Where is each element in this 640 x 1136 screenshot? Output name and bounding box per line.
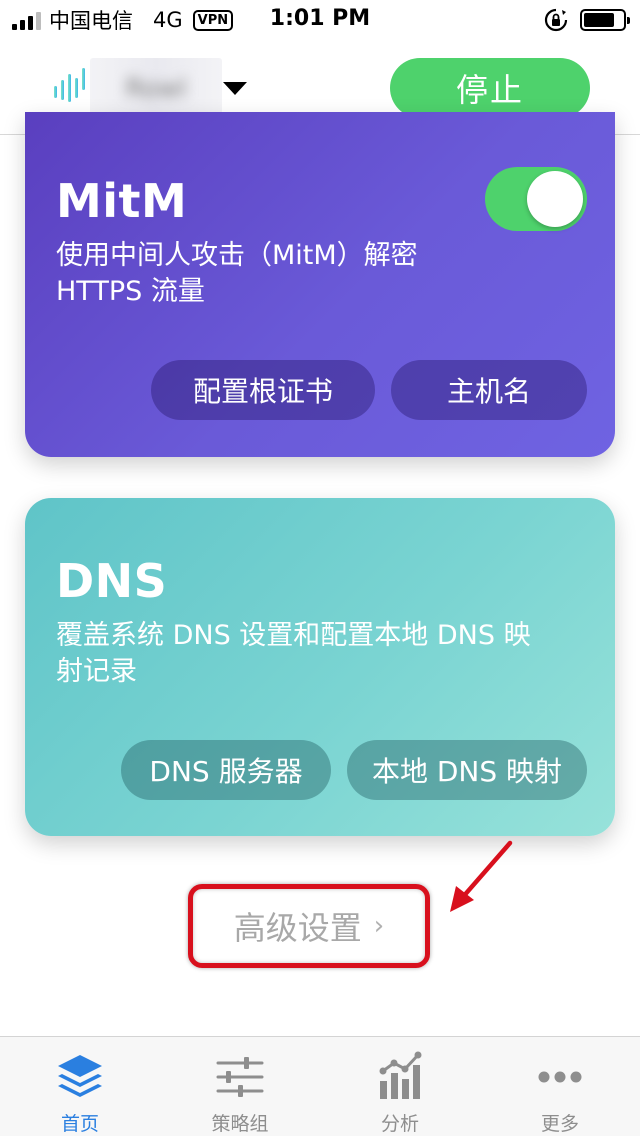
chevron-right-icon: › — [373, 911, 385, 941]
tab-analytics[interactable]: 分析 — [320, 1037, 480, 1136]
dns-description-line2: 射记录 — [56, 656, 137, 687]
local-dns-mapping-button[interactable]: 本地 DNS 映射 — [347, 740, 587, 800]
more-icon — [538, 1071, 582, 1083]
tab-more-label: 更多 — [540, 1113, 579, 1135]
annotation-arrow-icon — [450, 840, 513, 912]
annotation-highlight-box: 高级设置 › — [188, 884, 430, 968]
profile-name-label: Rowl — [125, 74, 187, 104]
stop-button[interactable]: 停止 — [390, 58, 590, 118]
dns-description-line1: 覆盖系统 DNS 设置和配置本地 DNS 映 — [56, 620, 531, 651]
mitm-title: MitM — [56, 174, 188, 228]
sliders-icon — [216, 1057, 264, 1097]
mitm-description-line1: 使用中间人攻击（MitM）解密 — [56, 240, 418, 271]
tab-analytics-label: 分析 — [380, 1113, 419, 1135]
advanced-settings-link[interactable]: 高级设置 › — [193, 889, 425, 963]
status-right — [544, 8, 630, 32]
dns-card: DNS 覆盖系统 DNS 设置和配置本地 DNS 映 射记录 DNS 服务器 本… — [25, 498, 615, 836]
tab-more[interactable]: 更多 — [480, 1037, 640, 1136]
mitm-toggle[interactable] — [485, 167, 587, 231]
tab-policy-groups[interactable]: 策略组 — [160, 1037, 320, 1136]
mitm-description: 使用中间人攻击（MitM）解密 HTTPS 流量 — [56, 238, 586, 310]
dropdown-triangle-icon[interactable] — [223, 82, 247, 95]
rotation-lock-icon — [544, 8, 568, 32]
tab-home[interactable]: 首页 — [0, 1037, 160, 1136]
hostname-button[interactable]: 主机名 — [391, 360, 587, 420]
dns-server-button[interactable]: DNS 服务器 — [121, 740, 331, 800]
mitm-card: MitM 使用中间人攻击（MitM）解密 HTTPS 流量 配置根证书 主机名 — [25, 112, 615, 457]
dns-description: 覆盖系统 DNS 设置和配置本地 DNS 映 射记录 — [56, 618, 586, 690]
advanced-settings-label: 高级设置 — [233, 909, 362, 947]
dns-title: DNS — [56, 554, 168, 608]
toggle-knob — [527, 171, 583, 227]
layers-icon — [58, 1055, 102, 1097]
battery-icon — [580, 9, 630, 31]
profile-selector[interactable]: Rowl — [90, 58, 222, 120]
mitm-description-line2: HTTPS 流量 — [56, 276, 205, 307]
status-bar: 中国电信 4G VPN 1:01 PM — [0, 0, 640, 40]
configure-root-cert-button[interactable]: 配置根证书 — [151, 360, 375, 420]
chart-icon — [379, 1051, 422, 1099]
tab-home-label: 首页 — [60, 1113, 99, 1135]
app-logo-icon — [54, 68, 85, 102]
tab-policy-groups-label: 策略组 — [211, 1113, 269, 1135]
tab-bar: 首页 策略组 分析 更多 — [0, 1036, 640, 1136]
